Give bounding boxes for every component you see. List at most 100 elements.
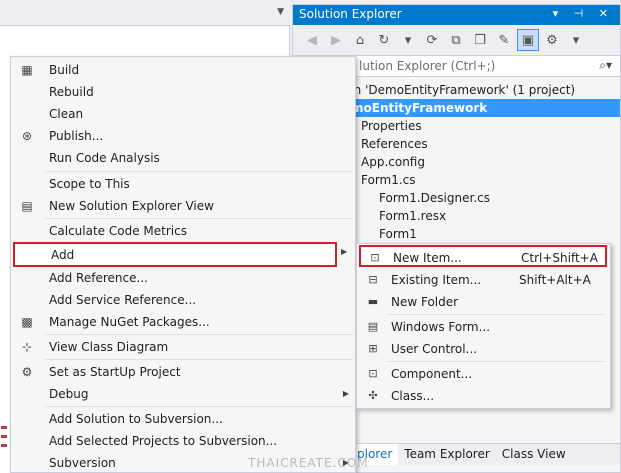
tree-node-form1[interactable]: Form1 — [379, 225, 417, 243]
chevron-right-icon: ▶ — [341, 247, 348, 256]
windows-form-icon: ▤ — [367, 320, 379, 333]
component-icon: ⊡ — [368, 367, 378, 380]
menu-item-add-service-reference[interactable]: Add Service Reference... — [13, 289, 353, 311]
menu-item-label: View Class Diagram — [49, 340, 169, 354]
add-submenu: ⊡ New Item... Ctrl+Shift+A ⊟ Existing It… — [356, 243, 611, 409]
tree-node-form1-cs[interactable]: Form1.cs — [361, 171, 416, 189]
project-context-menu: ▦ Build Rebuild Clean ⊛ Publish... Run C… — [10, 56, 356, 473]
menu-item-calculate-code-metrics[interactable]: Calculate Code Metrics — [13, 220, 353, 242]
collapse-all-icon[interactable]: ⧉ — [445, 29, 467, 51]
existing-item-icon: ⊟ — [368, 273, 378, 286]
tree-node-form1-designer[interactable]: Form1.Designer.cs — [379, 189, 490, 207]
solution-explorer-titlebar: Solution Explorer ▾ ⊣ ✕ — [293, 5, 620, 25]
preview-icon[interactable]: ▣ — [517, 29, 539, 51]
menu-item-clean[interactable]: Clean — [13, 103, 353, 125]
forward-icon[interactable]: ▶ — [325, 29, 347, 51]
nuget-icon: ▩ — [21, 315, 33, 329]
submenu-item-new-item[interactable]: ⊡ New Item... Ctrl+Shift+A — [359, 245, 607, 267]
more-dropdown-icon[interactable]: ▾ — [565, 29, 587, 51]
new-view-icon: ▤ — [21, 199, 33, 213]
menu-separator — [387, 361, 605, 362]
show-all-files-icon[interactable]: ❐ — [469, 29, 491, 51]
menu-item-label: Publish... — [49, 129, 104, 143]
back-icon[interactable]: ◀ — [301, 29, 323, 51]
submenu-item-label: Class... — [391, 389, 435, 403]
menu-item-label: Add Solution to Subversion... — [49, 412, 223, 426]
class-icon: ✣ — [368, 389, 378, 402]
submenu-item-label: New Folder — [391, 295, 459, 309]
class-diagram-icon: ⊹ — [21, 340, 33, 354]
menu-separator — [45, 171, 353, 172]
menu-item-add-solution-to-subversion[interactable]: Add Solution to Subversion... — [13, 408, 353, 430]
menu-item-build[interactable]: ▦ Build — [13, 59, 353, 81]
home-icon[interactable]: ⌂ — [349, 29, 371, 51]
shortcut-label: Shift+Alt+A — [519, 273, 591, 287]
dropdown-icon[interactable]: ▾ — [397, 29, 419, 51]
submenu-item-existing-item[interactable]: ⊟ Existing Item... Shift+Alt+A — [359, 269, 607, 291]
menu-item-scope-to-this[interactable]: Scope to This — [13, 173, 353, 195]
new-item-icon: ⊡ — [370, 251, 380, 264]
menu-item-label: Clean — [49, 107, 84, 121]
menu-item-add[interactable]: Add — [13, 242, 337, 267]
search-icon[interactable]: ⌕▾ — [599, 58, 612, 73]
menu-item-debug[interactable]: Debug ▶ — [13, 383, 353, 405]
menu-item-label: Set as StartUp Project — [49, 365, 181, 379]
sync-icon[interactable]: ↻ — [373, 29, 395, 51]
menu-separator — [45, 406, 353, 407]
menu-item-add-reference[interactable]: Add Reference... — [13, 267, 353, 289]
menu-separator — [45, 218, 353, 219]
menu-item-label: Run Code Analysis — [49, 151, 160, 165]
class-view-icon[interactable]: ⚙ — [541, 29, 563, 51]
properties-wrench-icon[interactable]: ✎ — [493, 29, 515, 51]
chevron-down-icon[interactable]: ▼ — [277, 7, 284, 17]
menu-item-label: Debug — [49, 387, 89, 401]
menu-item-label: Build — [49, 63, 80, 77]
menu-item-label: Calculate Code Metrics — [49, 224, 187, 238]
menu-item-label: Scope to This — [49, 177, 130, 191]
menu-item-publish[interactable]: ⊛ Publish... — [13, 125, 353, 147]
menu-separator — [45, 359, 353, 360]
menu-item-manage-nuget[interactable]: ▩ Manage NuGet Packages... — [13, 311, 353, 333]
menu-item-label: Manage NuGet Packages... — [49, 315, 210, 329]
menu-item-view-class-diagram[interactable]: ⊹ View Class Diagram — [13, 336, 353, 358]
chevron-right-icon: ▶ — [342, 389, 349, 398]
editor-tab-strip: ▼ — [0, 0, 290, 26]
menu-item-rebuild[interactable]: Rebuild — [13, 81, 353, 103]
menu-separator — [387, 314, 605, 315]
panel-window-buttons[interactable]: ▾ ⊣ ✕ — [553, 7, 614, 20]
menu-item-new-solution-explorer-view[interactable]: ▤ New Solution Explorer View — [13, 195, 353, 217]
build-icon: ▦ — [21, 63, 33, 77]
menu-item-label: New Solution Explorer View — [49, 199, 214, 213]
menu-item-label: Add Service Reference... — [49, 293, 197, 307]
submenu-item-windows-form[interactable]: ▤ Windows Form... — [359, 316, 607, 338]
menu-item-run-code-analysis[interactable]: Run Code Analysis — [13, 147, 353, 169]
tab-class-view[interactable]: Class View — [496, 444, 572, 465]
submenu-item-class[interactable]: ✣ Class... — [359, 385, 607, 407]
tree-node-app-config[interactable]: App.config — [361, 153, 425, 171]
submenu-item-label: Existing Item... — [391, 273, 482, 287]
menu-item-label: Add — [51, 248, 75, 262]
menu-item-label: Subversion — [49, 456, 116, 470]
menu-separator — [45, 334, 353, 335]
solution-explorer-title: Solution Explorer — [299, 7, 402, 21]
solution-explorer-toolbar: ◀ ▶ ⌂ ↻ ▾ ⟳ ⧉ ❐ ✎ ▣ ⚙ ▾ — [293, 25, 620, 55]
gear-icon: ⚙ — [21, 365, 33, 379]
menu-item-set-startup[interactable]: ⚙ Set as StartUp Project — [13, 361, 353, 383]
tab-team-explorer[interactable]: Team Explorer — [398, 444, 496, 465]
tree-node-properties[interactable]: Properties — [361, 117, 422, 135]
tree-node-form1-resx[interactable]: Form1.resx — [379, 207, 446, 225]
submenu-item-new-folder[interactable]: ▬ New Folder — [359, 291, 607, 313]
tree-node-solution[interactable]: ion 'DemoEntityFramework' (1 project) — [343, 81, 575, 99]
editor-margin-markers — [0, 420, 8, 470]
tree-node-references[interactable]: References — [361, 135, 428, 153]
shortcut-label: Ctrl+Shift+A — [521, 251, 598, 265]
publish-icon: ⊛ — [21, 129, 33, 143]
submenu-item-user-control[interactable]: ⊞ User Control... — [359, 338, 607, 360]
submenu-item-component[interactable]: ⊡ Component... — [359, 363, 607, 385]
menu-item-label: Add Reference... — [49, 271, 148, 285]
refresh-icon[interactable]: ⟳ — [421, 29, 443, 51]
search-placeholder: lution Explorer (Ctrl+;) — [359, 59, 496, 73]
menu-item-add-selected-projects-to-subversion[interactable]: Add Selected Projects to Subversion... — [13, 430, 353, 452]
submenu-item-label: Component... — [391, 367, 473, 381]
new-folder-icon: ▬ — [367, 295, 379, 308]
